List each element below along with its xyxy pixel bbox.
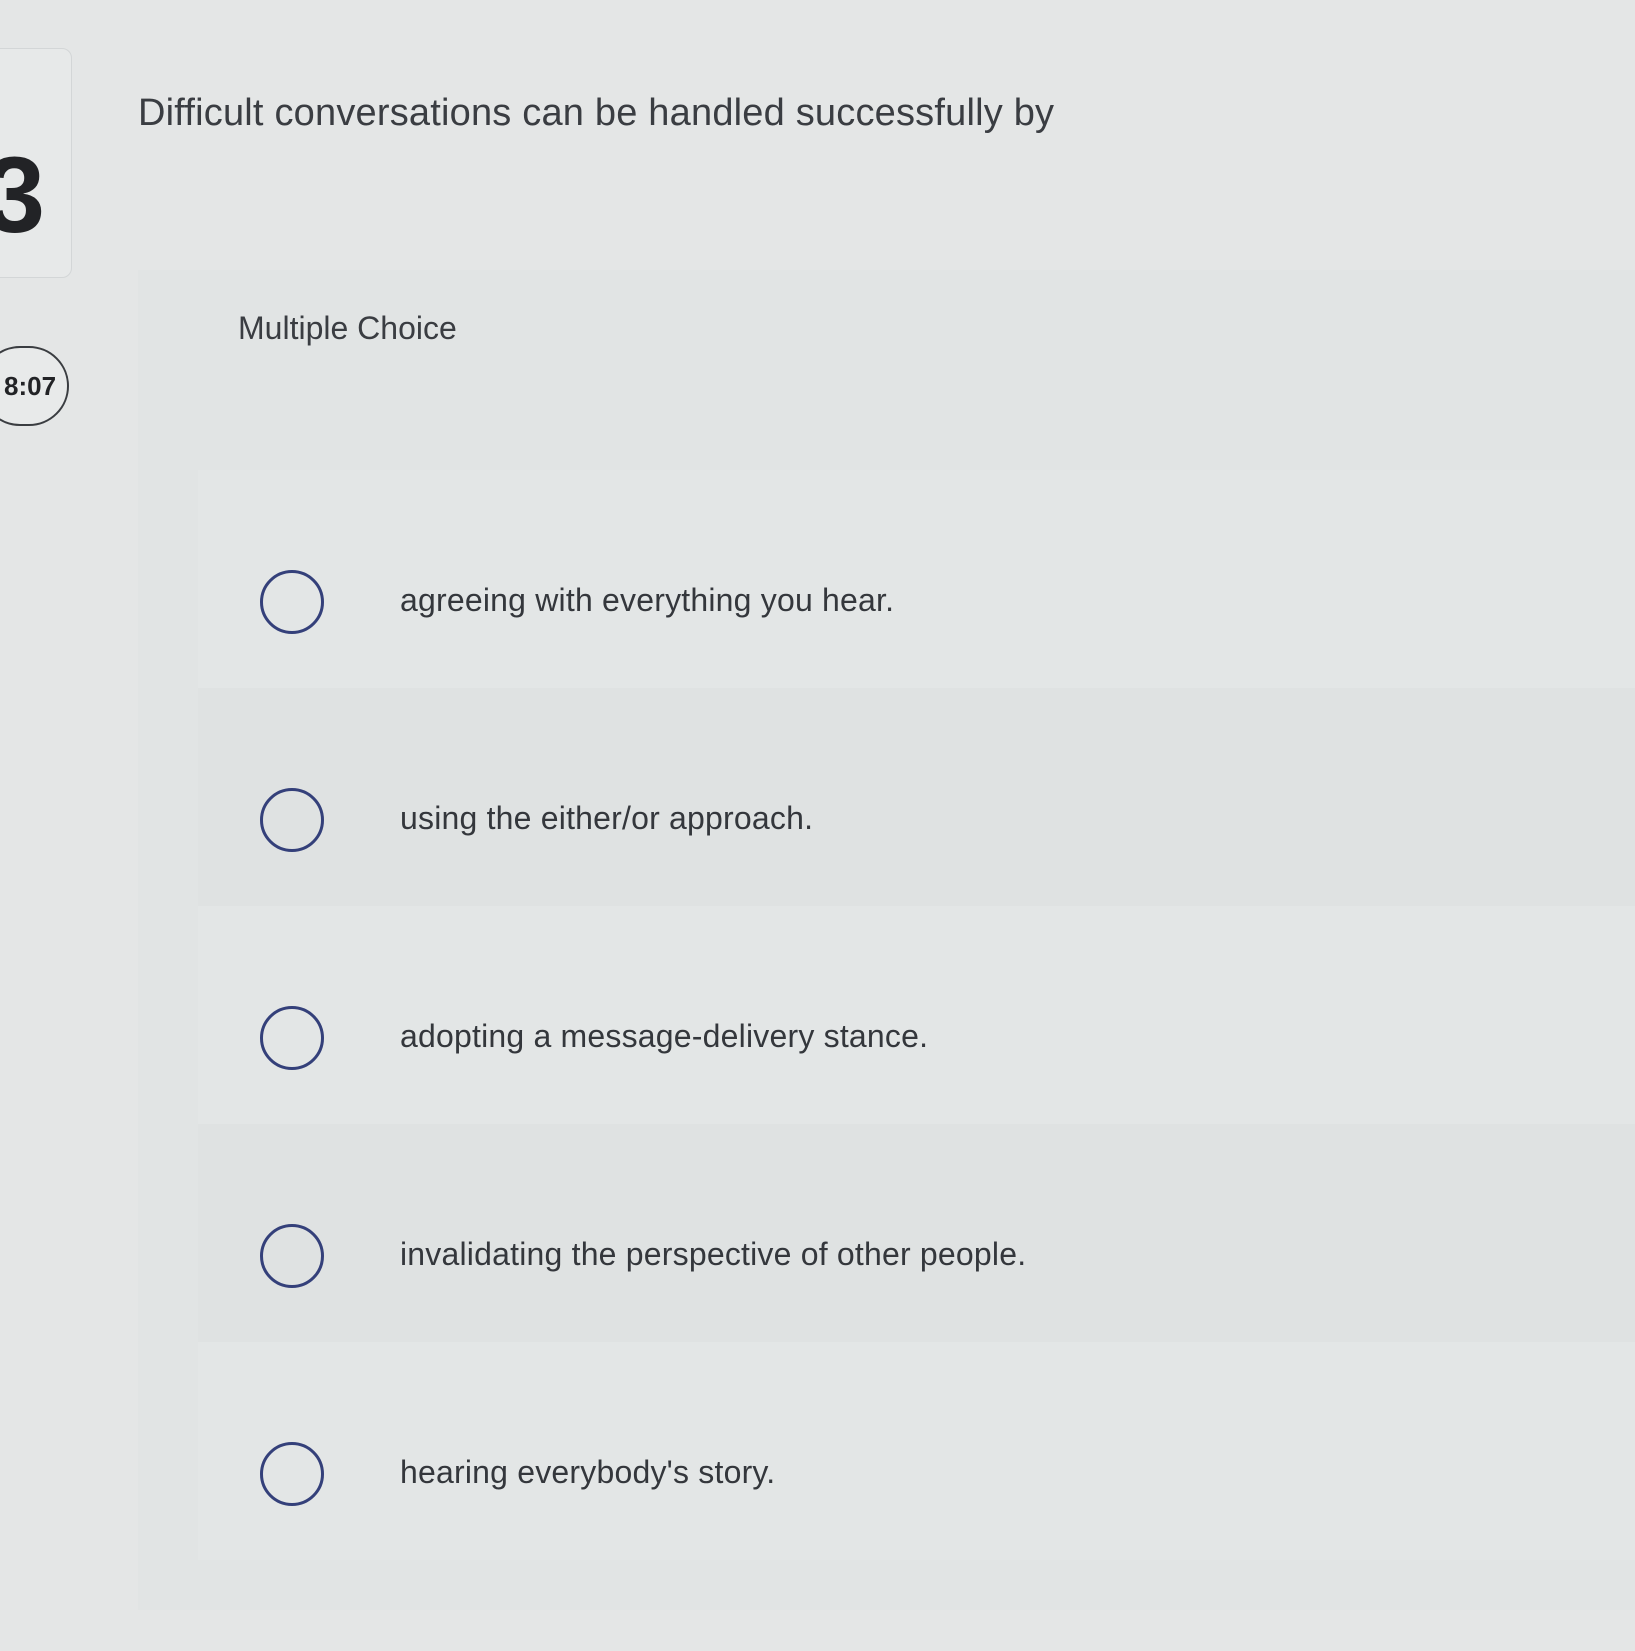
option-row[interactable]: agreeing with everything you hear. [198, 470, 1635, 688]
option-label[interactable]: invalidating the perspective of other pe… [400, 1236, 1026, 1273]
option-row[interactable]: hearing everybody's story. [198, 1342, 1635, 1560]
radio-button-icon[interactable] [260, 788, 324, 852]
option-row[interactable]: invalidating the perspective of other pe… [198, 1124, 1635, 1342]
radio-button-icon[interactable] [260, 570, 324, 634]
question-number: 3 [0, 141, 45, 249]
timer[interactable]: 8:07 [0, 346, 69, 426]
question-number-panel: 3 [0, 48, 72, 278]
question-prompt: Difficult conversations can be handled s… [138, 92, 1055, 134]
radio-button-icon[interactable] [260, 1224, 324, 1288]
question-type-label: Multiple Choice [238, 310, 457, 346]
option-label[interactable]: hearing everybody's story. [400, 1454, 775, 1491]
option-row[interactable]: adopting a message-delivery stance. [198, 906, 1635, 1124]
option-label[interactable]: adopting a message-delivery stance. [400, 1018, 928, 1055]
radio-button-icon[interactable] [260, 1442, 324, 1506]
radio-button-icon[interactable] [260, 1006, 324, 1070]
option-list: agreeing with everything you hear. using… [198, 470, 1635, 1560]
option-label[interactable]: using the either/or approach. [400, 800, 813, 837]
answer-card: Multiple Choice agreeing with everything… [138, 270, 1635, 1610]
option-row[interactable]: using the either/or approach. [198, 688, 1635, 906]
option-label[interactable]: agreeing with everything you hear. [400, 582, 894, 619]
